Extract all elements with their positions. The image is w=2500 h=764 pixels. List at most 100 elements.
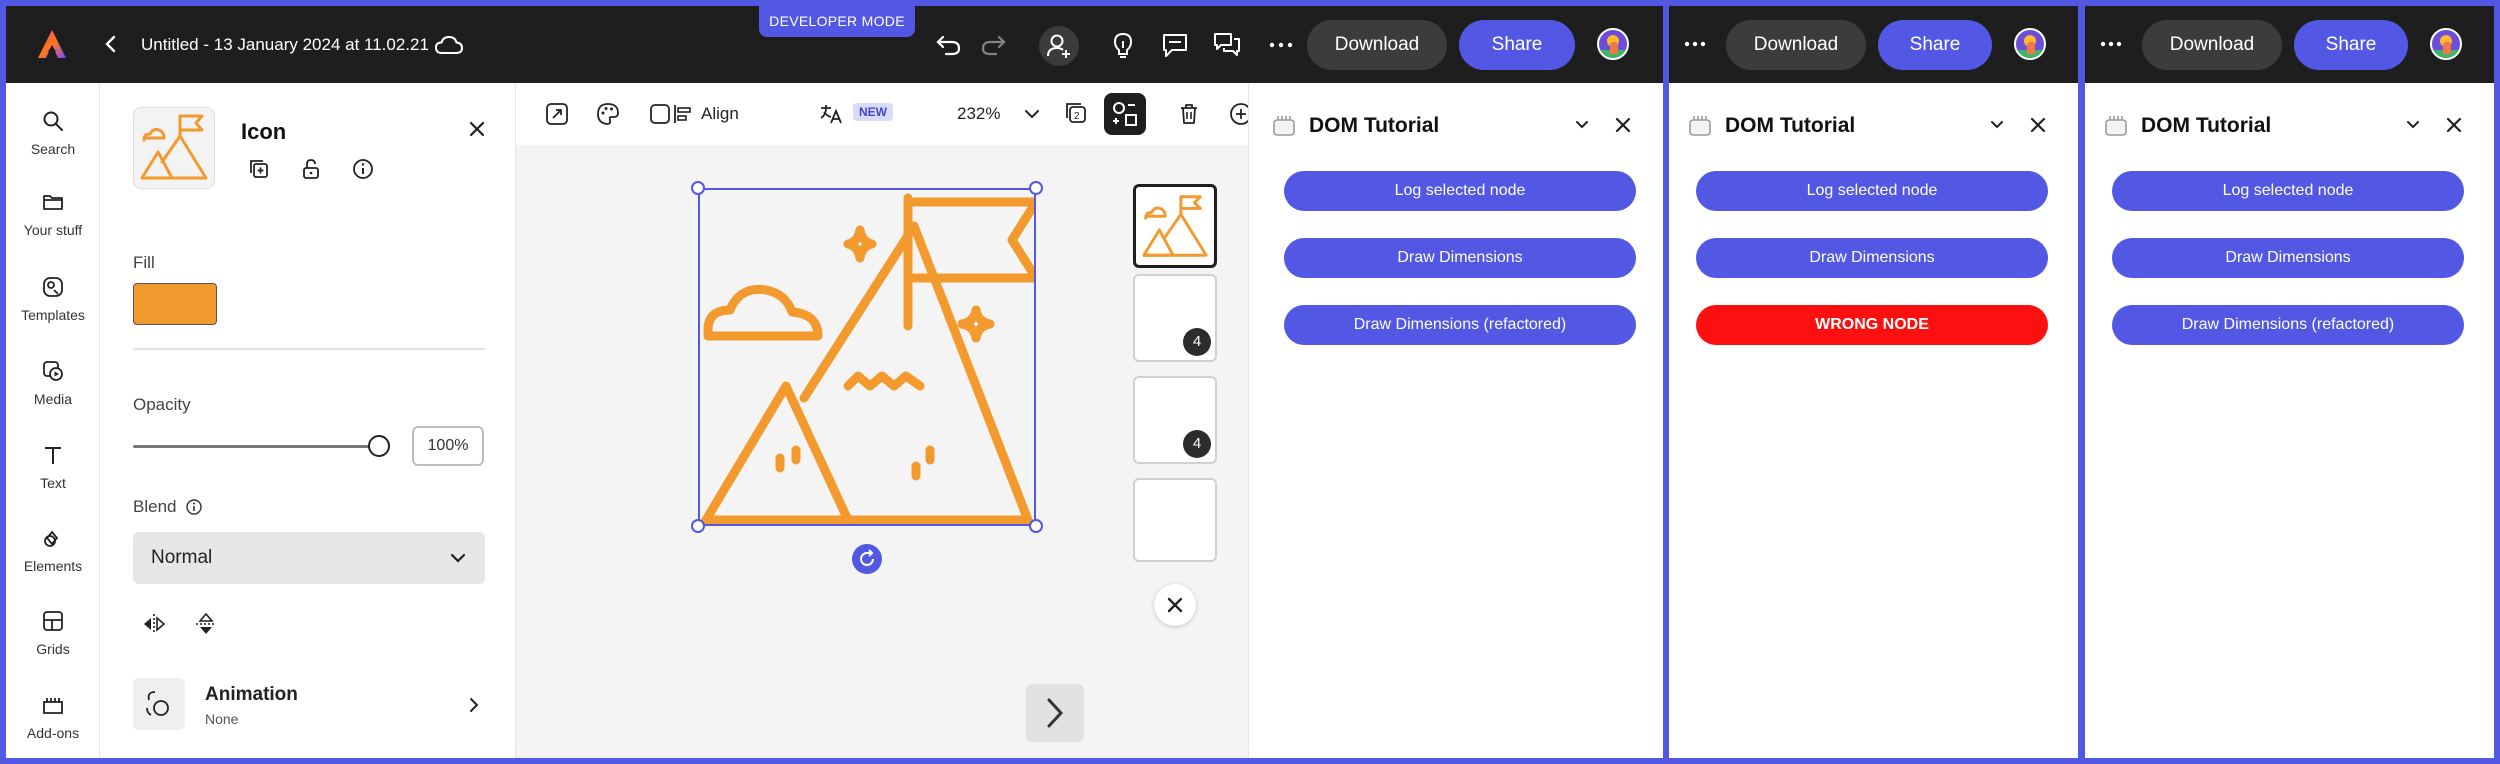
rail-item-grids[interactable]: Grids [6, 609, 100, 679]
close-icon[interactable] [1610, 112, 1636, 138]
info-icon[interactable] [351, 157, 375, 181]
draw-dimensions-button[interactable]: Draw Dimensions [2112, 238, 2464, 278]
panel-title: DOM Tutorial [2141, 114, 2272, 137]
rail-item-add-ons[interactable]: Add-ons [6, 693, 100, 758]
resize-handle-nw[interactable] [691, 181, 705, 195]
document-title[interactable]: Untitled - 13 January 2024 at 11.02.21 [141, 35, 429, 55]
log-selected-node-button[interactable]: Log selected node [1284, 171, 1636, 211]
download-button[interactable]: Download [1307, 20, 1447, 70]
log-selected-node-button[interactable]: Log selected node [1696, 171, 2048, 211]
pages-count-icon[interactable]: 2 [1064, 101, 1090, 127]
info-icon[interactable] [185, 498, 203, 516]
fill-label: Fill [133, 253, 155, 272]
resize-handle-sw[interactable] [691, 519, 705, 533]
rail-item-templates[interactable]: Templates [6, 275, 100, 345]
dom-tutorial-panel-error: Download Share DOM Tutorial Log selected… [1669, 6, 2078, 758]
draw-dimensions-refactored-button[interactable]: Draw Dimensions (refactored) [1284, 305, 1636, 345]
page-thumbnail-4[interactable] [1133, 478, 1217, 562]
next-page-button[interactable] [1026, 684, 1084, 742]
lightbulb-icon[interactable] [1106, 28, 1140, 62]
draw-dimensions-button[interactable]: Draw Dimensions [1284, 238, 1636, 278]
blend-mode-value: Normal [151, 547, 213, 568]
opacity-input[interactable]: 100% [412, 426, 484, 466]
align-button[interactable]: Align [701, 104, 739, 124]
blend-mode-select[interactable]: Normal [133, 532, 485, 584]
cloud-sync-icon[interactable] [434, 34, 464, 56]
share-button[interactable]: Share [1459, 20, 1575, 70]
add-on-icon [2105, 116, 2127, 136]
rail-item-media[interactable]: Media [6, 359, 100, 429]
download-button[interactable]: Download [2142, 20, 2282, 70]
more-options-icon[interactable] [1264, 28, 1298, 62]
resize-icon[interactable] [544, 101, 570, 127]
rotate-handle[interactable] [852, 544, 882, 574]
user-avatar[interactable] [1597, 28, 1629, 60]
opacity-slider-thumb[interactable] [368, 435, 390, 457]
lock-icon[interactable] [299, 157, 323, 181]
developer-mode-badge: DEVELOPER MODE [759, 6, 915, 37]
redo-icon[interactable] [978, 31, 1008, 57]
chevron-down-icon[interactable] [2400, 112, 2426, 138]
flip-vertical-icon[interactable] [193, 611, 219, 637]
dom-tutorial-panel-refactored: Download Share DOM Tutorial Log selected… [2085, 6, 2494, 758]
flip-horizontal-icon[interactable] [141, 611, 167, 637]
rail-item-text[interactable]: Text [6, 443, 100, 513]
user-avatar[interactable] [2014, 28, 2046, 60]
rotate-icon [860, 549, 874, 566]
duplicate-icon[interactable] [247, 157, 271, 181]
resize-handle-se[interactable] [1029, 519, 1043, 533]
animation-row[interactable]: Animation None [133, 678, 493, 734]
download-button[interactable]: Download [1726, 20, 1866, 70]
mountain-flag-icon [140, 114, 208, 180]
animation-value: None [205, 711, 239, 727]
more-options-icon[interactable] [2099, 40, 2123, 48]
undo-icon[interactable] [934, 31, 964, 57]
arrange-button[interactable] [1104, 93, 1146, 135]
wrong-node-button[interactable]: WRONG NODE [1696, 305, 2048, 345]
top-bar: Untitled - 13 January 2024 at 11.02.21 D… [6, 6, 1663, 83]
chat-bubbles-icon[interactable] [1210, 28, 1244, 62]
chevron-down-icon[interactable] [1019, 101, 1045, 127]
opacity-slider-track[interactable] [133, 445, 379, 448]
draw-dimensions-refactored-button[interactable]: Draw Dimensions (refactored) [2112, 305, 2464, 345]
rail-item-your-stuff[interactable]: Your stuff [6, 190, 100, 260]
color-palette-icon[interactable] [595, 101, 621, 127]
divider [133, 348, 485, 350]
close-icon[interactable] [2441, 112, 2467, 138]
chevron-right-icon [470, 698, 479, 712]
app-logo-icon[interactable] [36, 28, 68, 60]
fill-color-swatch[interactable] [133, 283, 217, 325]
resize-handle-ne[interactable] [1029, 181, 1043, 195]
close-icon [1167, 597, 1183, 613]
share-button[interactable]: Share [2294, 20, 2408, 70]
add-ons-icon [43, 698, 63, 714]
back-chevron-icon[interactable] [100, 33, 122, 55]
selection-box [698, 188, 1036, 526]
more-options-icon[interactable] [1683, 40, 1707, 48]
comment-icon[interactable] [1158, 28, 1192, 62]
page-thumbnail-3[interactable]: 4 [1133, 376, 1217, 464]
new-badge: NEW [853, 103, 893, 121]
translate-icon[interactable] [818, 101, 844, 127]
log-selected-node-button[interactable]: Log selected node [2112, 171, 2464, 211]
close-icon[interactable] [466, 118, 488, 140]
chevron-down-icon[interactable] [1569, 112, 1595, 138]
panel-title: Icon [241, 119, 287, 144]
rail-item-search[interactable]: Search [6, 109, 100, 179]
draw-dimensions-button[interactable]: Draw Dimensions [1696, 238, 2048, 278]
invite-people-button[interactable] [1039, 26, 1079, 66]
page-thumbnail-1[interactable] [1133, 184, 1217, 268]
close-pages-button[interactable] [1154, 584, 1196, 626]
close-icon[interactable] [2025, 112, 2051, 138]
trash-icon[interactable] [1176, 101, 1202, 127]
editor-window: Untitled - 13 January 2024 at 11.02.21 D… [6, 6, 1663, 758]
mountain-flag-icon [1142, 195, 1208, 257]
share-button[interactable]: Share [1878, 20, 1992, 70]
page-count-badge: 4 [1183, 328, 1211, 356]
align-icon[interactable] [670, 101, 696, 127]
rail-item-elements[interactable]: Elements [6, 526, 100, 596]
user-avatar[interactable] [2430, 28, 2462, 60]
chevron-down-icon[interactable] [1984, 112, 2010, 138]
page-thumbnail-2[interactable]: 4 [1133, 274, 1217, 362]
zoom-level[interactable]: 232% [957, 104, 1000, 124]
